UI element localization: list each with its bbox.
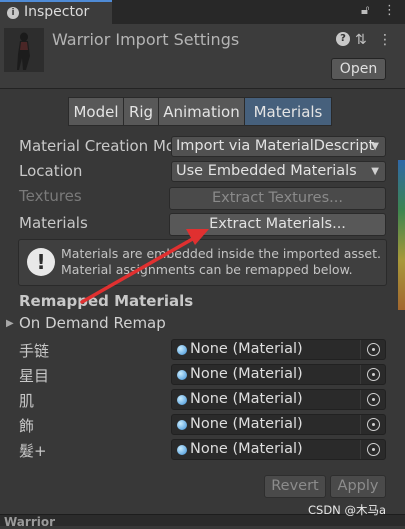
chevron-down-icon: ▼	[371, 141, 379, 152]
info-help-box: ! Materials are embedded inside the impo…	[18, 239, 387, 286]
remap-row-label: 飾	[19, 417, 35, 435]
divider	[360, 415, 361, 434]
material-object-field[interactable]: None (Material)	[171, 439, 386, 460]
material-object-field[interactable]: None (Material)	[171, 414, 386, 435]
remap-row-label: 手链	[19, 342, 50, 360]
inspector-tab[interactable]: i Inspector	[0, 0, 112, 24]
divider	[360, 440, 361, 459]
object-picker-icon[interactable]	[367, 418, 380, 431]
material-field-value: None (Material)	[190, 441, 303, 457]
lock-icon[interactable]: 🔓︎	[361, 3, 369, 18]
material-field-value: None (Material)	[190, 391, 303, 407]
watermark: CSDN @木马a	[308, 503, 386, 517]
textures-label: Textures	[19, 187, 82, 205]
material-field-value: None (Material)	[190, 366, 303, 382]
context-menu-icon[interactable]: ⋮	[378, 32, 392, 48]
model-preview-thumbnail	[4, 28, 44, 72]
divider	[360, 365, 361, 384]
object-picker-icon[interactable]	[367, 443, 380, 456]
tab-model[interactable]: Model	[68, 97, 124, 126]
adjacent-panel-edge	[398, 160, 405, 310]
remapped-materials-header: Remapped Materials	[19, 292, 194, 310]
foldout-arrow-icon[interactable]: ▶	[6, 318, 14, 329]
material-field-value: None (Material)	[190, 416, 303, 432]
materials-label: Materials	[19, 214, 88, 232]
remap-row-label: 髮+	[19, 442, 47, 460]
help-icon[interactable]: ?	[336, 32, 350, 46]
info-icon: i	[7, 7, 19, 19]
revert-button[interactable]: Revert	[264, 475, 326, 498]
tab-materials[interactable]: Materials	[244, 97, 332, 126]
material-object-field[interactable]: None (Material)	[171, 339, 386, 360]
location-value: Use Embedded Materials	[176, 163, 357, 179]
material-icon	[177, 370, 187, 380]
material-object-field[interactable]: None (Material)	[171, 364, 386, 385]
tab-rig[interactable]: Rig	[123, 97, 159, 126]
material-icon	[177, 395, 187, 405]
warning-icon: !	[27, 248, 55, 276]
location-dropdown[interactable]: Use Embedded Materials ▼	[171, 161, 386, 182]
extract-textures-button[interactable]: Extract Textures...	[169, 187, 386, 210]
material-creation-mode-label: Material Creation Mo	[19, 137, 176, 155]
material-field-value: None (Material)	[190, 341, 303, 357]
on-demand-remap-foldout[interactable]: On Demand Remap	[19, 314, 166, 332]
object-picker-icon[interactable]	[367, 393, 380, 406]
help-line-2: Material assignments can be remapped bel…	[61, 262, 353, 277]
extract-materials-button[interactable]: Extract Materials...	[169, 213, 386, 236]
inspector-tab-label: Inspector	[24, 4, 90, 20]
help-line-1: Materials are embedded inside the import…	[61, 246, 382, 261]
material-creation-mode-dropdown[interactable]: Import via MaterialDescript ▼	[171, 136, 386, 157]
divider	[360, 390, 361, 409]
divider	[360, 340, 361, 359]
material-icon	[177, 345, 187, 355]
apply-button[interactable]: Apply	[330, 475, 386, 498]
page-title: Warrior Import Settings	[52, 30, 240, 49]
open-button[interactable]: Open	[331, 58, 386, 80]
chevron-down-icon: ▼	[371, 166, 379, 177]
help-text: Materials are embedded inside the import…	[61, 246, 381, 278]
material-object-field[interactable]: None (Material)	[171, 389, 386, 410]
next-component-label: Warrior	[4, 515, 56, 529]
material-icon	[177, 420, 187, 430]
object-picker-icon[interactable]	[367, 368, 380, 381]
remap-row-label: 星目	[19, 367, 50, 385]
material-icon	[177, 445, 187, 455]
presets-icon[interactable]: ⇅	[355, 32, 367, 48]
material-creation-mode-value: Import via MaterialDescript	[176, 138, 375, 154]
location-label: Location	[19, 162, 83, 180]
more-icon[interactable]: ⋮	[383, 3, 396, 18]
divider	[0, 88, 405, 89]
import-settings-toolbar: Model Rig Animation Materials	[68, 97, 332, 126]
tab-animation[interactable]: Animation	[158, 97, 245, 126]
remap-row-label: 肌	[19, 392, 35, 410]
object-picker-icon[interactable]	[367, 343, 380, 356]
